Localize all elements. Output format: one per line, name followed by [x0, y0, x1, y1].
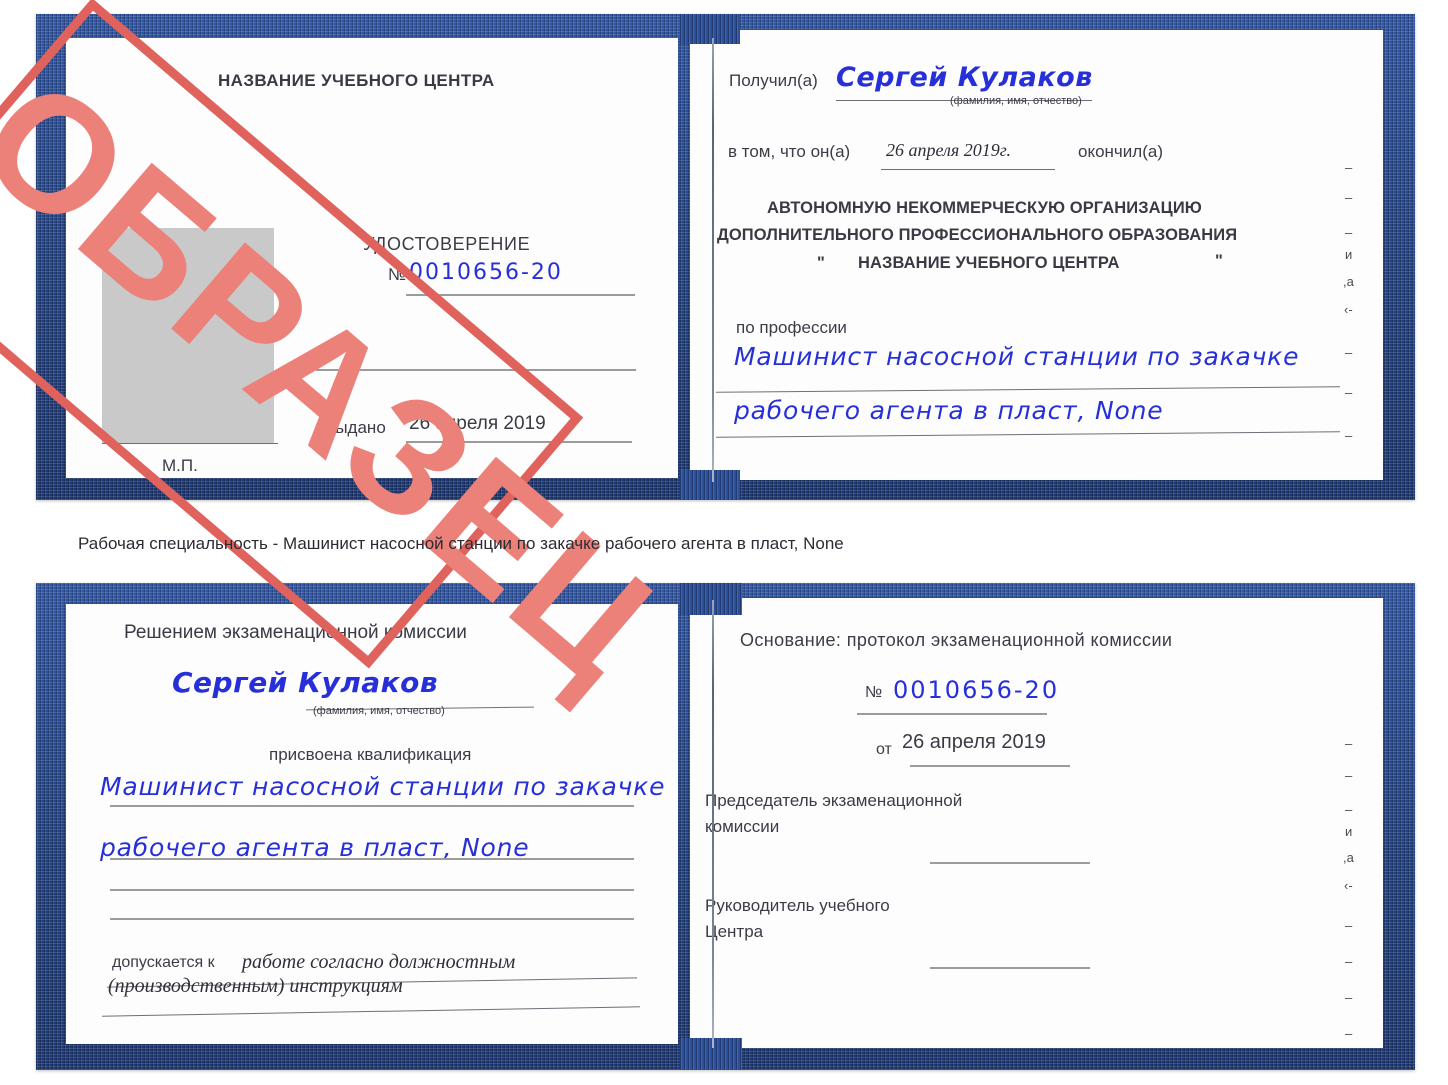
profession-rule-2 [716, 431, 1340, 438]
name-hint-back: (фамилия, имя, отчество) [313, 705, 445, 717]
edge-mark: – [1345, 954, 1353, 969]
photo-placeholder [102, 228, 274, 443]
admitted-rule-2 [102, 1006, 640, 1017]
edge-mark: – [1345, 385, 1353, 400]
spine-tab-bottom [680, 470, 740, 500]
chairman-line-1: Председатель экзаменационной [705, 791, 963, 810]
protocol-number: 0010656-20 [893, 676, 1060, 704]
protocol-date: 26 апреля 2019 [902, 731, 1046, 753]
recipient-name-front: Сергей Кулаков [836, 62, 1093, 93]
front-left-page: НАЗВАНИЕ УЧЕБНОГО ЦЕНТРА М.П. УДОСТОВЕРЕ… [66, 38, 678, 478]
head-signature-rule [930, 967, 1090, 969]
back-left-page: Решением экзаменационной комиссии Сергей… [66, 604, 678, 1044]
edge-mark: ,а [1343, 274, 1354, 289]
qualification-line-1: Машинист насосной станции по закачке [100, 772, 666, 801]
edge-mark: ‹- [1344, 878, 1353, 893]
qual-rule-1 [110, 805, 634, 807]
edge-mark: – [1345, 802, 1353, 817]
issued-rule [406, 441, 632, 443]
caption-text: Рабочая специальность - Машинист насосно… [78, 534, 844, 553]
org-line-1: АВТОНОМНУЮ НЕКОММЕРЧЕСКУЮ ОРГАНИЗАЦИЮ [767, 199, 1202, 217]
qualification-label: присвоена квалификация [269, 745, 472, 764]
completion-date-rule [881, 169, 1055, 170]
edge-mark: и [1345, 247, 1353, 262]
edge-mark: – [1345, 345, 1353, 360]
chairman-line-2: комиссии [705, 817, 780, 836]
edge-mark: – [1345, 918, 1353, 933]
chairman-signature-rule [930, 862, 1090, 864]
back-right-page: Основание: протокол экзаменационной коми… [690, 598, 1383, 1048]
that-he-label: в том, что он(а) [728, 142, 851, 161]
qual-rule-3 [110, 889, 634, 891]
issued-label: Выдано [324, 418, 386, 437]
edge-mark: – [1345, 160, 1353, 175]
received-label: Получил(а) [729, 71, 818, 90]
certificate-scan-page: НАЗВАНИЕ УЧЕБНОГО ЦЕНТРА М.П. УДОСТОВЕРЕ… [0, 0, 1448, 1085]
edge-mark: и [1345, 824, 1353, 839]
admitted-line-2: (производственным) инструкциям [108, 975, 403, 997]
org-quote-close: " [1215, 252, 1223, 270]
recipient-name-back: Сергей Кулаков [172, 666, 439, 699]
training-center-title: НАЗВАНИЕ УЧЕБНОГО ЦЕНТРА [218, 71, 495, 90]
edge-mark: ,а [1343, 850, 1354, 865]
certificate-number-front: 0010656-20 [409, 260, 563, 285]
front-right-page: Получил(а) Сергей Кулаков (фамилия, имя,… [690, 30, 1383, 480]
commission-decision-heading: Решением экзаменационной комиссии [124, 622, 467, 643]
org-line-3: НАЗВАНИЕ УЧЕБНОГО ЦЕНТРА [858, 254, 1120, 272]
edge-mark: – [1345, 990, 1353, 1005]
edge-mark: – [1345, 428, 1353, 443]
from-label: от [876, 741, 892, 758]
protocol-date-rule [910, 765, 1070, 767]
number-symbol-front: № [388, 265, 407, 284]
number-symbol-back: № [865, 684, 883, 701]
profession-label: по профессии [736, 318, 847, 337]
admitted-label: допускается к [112, 954, 215, 971]
edge-mark: – [1345, 1026, 1353, 1041]
edge-mark: ‹- [1344, 302, 1353, 317]
number-rule-front [406, 294, 635, 296]
photo-baseline [102, 443, 278, 444]
protocol-number-rule [857, 713, 1047, 715]
spine-hairline-back [712, 600, 714, 1048]
spine-tab-bottom-back [680, 1038, 742, 1070]
spine-tab-top [680, 14, 740, 44]
edge-mark: – [1345, 768, 1353, 783]
document-type-label: УДОСТОВЕРЕНИЕ [363, 234, 531, 254]
admitted-line-1: работе согласно должностным [242, 951, 516, 973]
edge-mark: – [1345, 190, 1353, 205]
blank-rule-front [316, 369, 636, 371]
spine-hairline-front [712, 38, 714, 482]
basis-label: Основание: протокол экзаменационной коми… [740, 630, 1173, 650]
finished-label: окончил(а) [1078, 142, 1163, 161]
issued-date: 26 апреля 2019 [409, 413, 546, 434]
edge-mark: – [1345, 225, 1353, 240]
profession-line-1: Машинист насосной станции по закачке [734, 342, 1300, 371]
org-quote-open: " [817, 254, 825, 272]
completion-date: 26 апреля 2019г. [886, 140, 1012, 160]
edge-mark: – [1345, 736, 1353, 751]
profession-rule-1 [716, 386, 1340, 393]
qual-rule-4 [110, 918, 634, 920]
seal-mark-label: М.П. [162, 456, 198, 475]
spine-tab-top-back [680, 583, 742, 615]
head-line-1: Руководитель учебного [705, 896, 890, 915]
profession-line-2: рабочего агента в пласт, None [734, 396, 1164, 425]
name-hint-front: (фамилия, имя, отчество) [950, 95, 1082, 107]
org-line-2: ДОПОЛНИТЕЛЬНОГО ПРОФЕССИОНАЛЬНОГО ОБРАЗО… [717, 226, 1238, 244]
qual-rule-2 [110, 858, 634, 860]
